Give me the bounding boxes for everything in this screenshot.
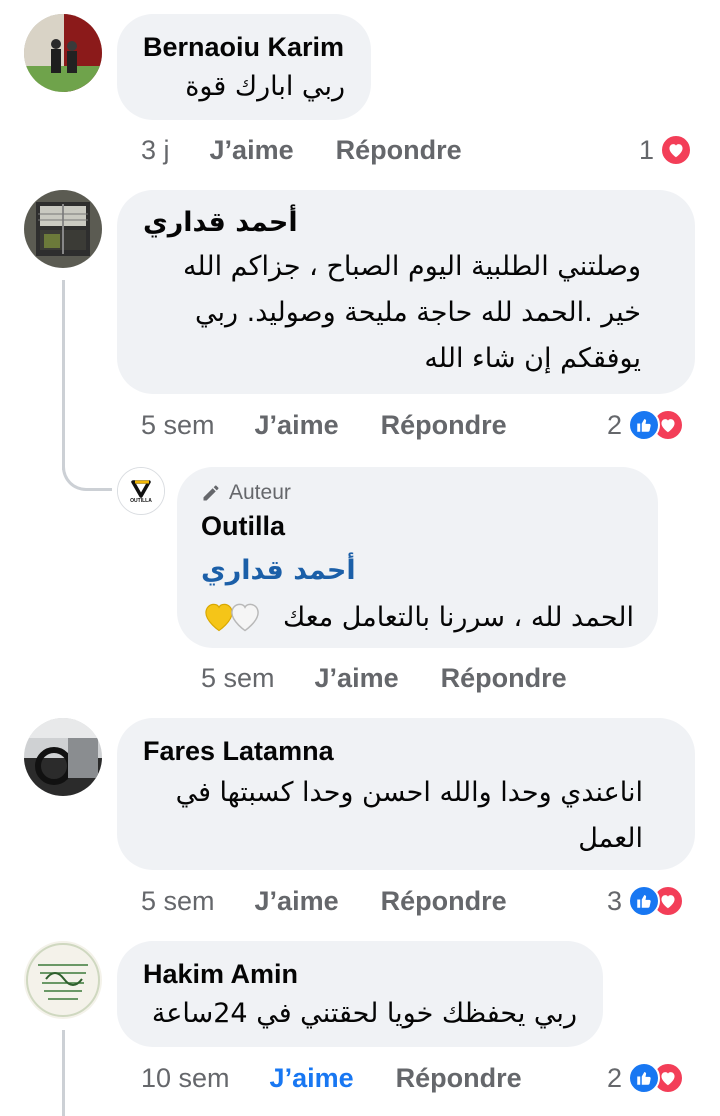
comment-actions: 5 sem J’aime Répondre xyxy=(141,881,507,921)
comment-text: ربي ابارك قوة xyxy=(185,71,345,102)
reaction-summary[interactable]: 3 xyxy=(607,881,685,921)
comment-actions: 3 j J’aime Répondre xyxy=(141,130,462,170)
avatar-fares-latamna[interactable] xyxy=(24,718,102,796)
comment-text: وصلتني الطلبية اليوم الصباح ، جزاكم الله… xyxy=(182,251,641,374)
reaction-count: 1 xyxy=(639,134,655,165)
comment-bubble: Hakim Amin ربي يحفظك خويا لحقتني في 24سا… xyxy=(117,941,603,1047)
comment-bubble: Fares Latamna اناعندي وحدا والله احسن وح… xyxy=(117,718,695,870)
like-reaction-icon xyxy=(628,1062,661,1094)
like-reaction-icon xyxy=(628,885,661,917)
comment-timestamp[interactable]: 5 sem xyxy=(141,410,215,441)
reply-bubble: Auteur Outilla أحمد قداري الحمد لله ، سر… xyxy=(177,467,658,648)
like-button[interactable]: J’aime xyxy=(255,410,339,441)
comment-author[interactable]: أحمد قداري xyxy=(143,206,669,240)
reaction-summary[interactable]: 2 xyxy=(607,405,685,445)
reply-button[interactable]: Répondre xyxy=(381,410,507,441)
thread-line xyxy=(62,280,65,470)
comment-timestamp[interactable]: 5 sem xyxy=(201,663,275,694)
like-button[interactable]: J’aime xyxy=(210,135,294,166)
avatar-bernaoiu-karim[interactable] xyxy=(24,14,102,92)
love-reaction-icon xyxy=(660,134,693,166)
thread-connector xyxy=(62,460,112,491)
reply-actions: 5 sem J’aime Répondre xyxy=(201,658,567,698)
comment-author[interactable]: Bernaoiu Karim xyxy=(143,30,345,64)
like-reaction-icon xyxy=(628,409,661,441)
like-button[interactable]: J’aime xyxy=(315,663,399,694)
reply-button[interactable]: Répondre xyxy=(381,886,507,917)
reaction-summary[interactable]: 1 xyxy=(639,130,693,170)
like-button[interactable]: J’aime xyxy=(270,1063,354,1094)
reply-button[interactable]: Répondre xyxy=(336,135,462,166)
comment-timestamp[interactable]: 5 sem xyxy=(141,886,215,917)
reaction-count: 2 xyxy=(607,409,623,440)
pencil-icon xyxy=(203,485,219,501)
avatar-hakim-amin[interactable] xyxy=(24,941,102,1019)
reaction-count: 3 xyxy=(607,885,623,916)
comment-text: ربي يحفظك خويا لحقتني في 24ساعة xyxy=(151,998,577,1029)
like-button[interactable]: J’aime xyxy=(255,886,339,917)
reply-button[interactable]: Répondre xyxy=(396,1063,522,1094)
comment-author[interactable]: Fares Latamna xyxy=(143,734,669,768)
mention-link[interactable]: أحمد قداري xyxy=(201,551,356,591)
reaction-summary[interactable]: 2 xyxy=(607,1058,685,1098)
avatar-ahmed-qaddari[interactable] xyxy=(24,190,102,268)
comment-text: اناعندي وحدا والله احسن وحدا كسبتها في ا… xyxy=(175,777,643,854)
comment-author[interactable]: Outilla xyxy=(201,509,634,543)
reaction-count: 2 xyxy=(607,1062,623,1093)
comment-bubble: أحمد قداري وصلتني الطلبية اليوم الصباح ،… xyxy=(117,190,695,394)
comment-text: الحمد لله ، سررنا بالتعامل معك xyxy=(282,602,634,633)
comment-author[interactable]: Hakim Amin xyxy=(143,957,577,991)
comment-bubble: Bernaoiu Karim ربي ابارك قوة xyxy=(117,14,371,120)
comment-timestamp[interactable]: 3 j xyxy=(141,135,170,166)
thread-line xyxy=(62,1030,65,1116)
avatar-outilla[interactable]: OUTILLA xyxy=(117,467,165,515)
comment-actions: 10 sem J’aime Répondre xyxy=(141,1058,522,1098)
author-badge-label: Auteur xyxy=(229,481,291,504)
comment-timestamp[interactable]: 10 sem xyxy=(141,1063,230,1094)
comment-actions: 5 sem J’aime Répondre xyxy=(141,405,507,445)
outilla-logo-text: OUTILLA xyxy=(130,498,152,504)
author-badge: Auteur xyxy=(201,481,634,505)
reply-button[interactable]: Répondre xyxy=(441,663,567,694)
white-heart-icon xyxy=(227,600,263,637)
